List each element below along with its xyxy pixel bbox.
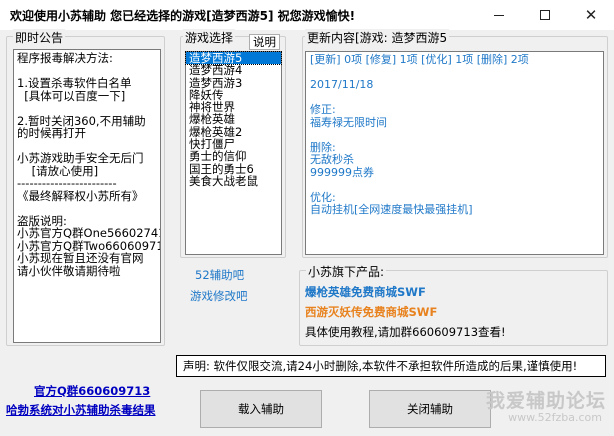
game-list-item[interactable]: 造梦西游4 — [186, 64, 281, 77]
close-icon: ✕ — [584, 6, 598, 24]
notice-group: 即时公告 程序报毒解决方法: 1.设置杀毒软件白名单 [具体可以百度一下] 2.… — [6, 29, 165, 346]
load-button[interactable]: 载入辅助 — [200, 390, 322, 428]
game-select-legend: 游戏选择 — [183, 29, 236, 46]
bar52-link[interactable]: 52辅助吧 — [195, 267, 244, 283]
update-textbox[interactable]: [更新] 0项 [修复] 1项 [优化] 1项 [删除] 2项 2017/11/… — [305, 51, 604, 255]
antivirus-result-link[interactable]: 哈勃系统对小苏辅助杀毒结果 — [6, 402, 156, 418]
minimize-button[interactable] — [476, 0, 522, 30]
notice-legend: 即时公告 — [13, 29, 66, 46]
game-list-item[interactable]: 勇士的信仰 — [186, 150, 281, 163]
close-button[interactable]: 关闭辅助 — [369, 390, 491, 428]
qq-group-link[interactable]: 官方Q群660609713 — [34, 383, 150, 399]
maximize-button[interactable] — [522, 0, 568, 30]
watermark-title: 我爱辅助论坛 — [485, 390, 606, 412]
minimize-icon — [494, 14, 504, 16]
notice-textbox[interactable]: 程序报毒解决方法: 1.设置杀毒软件白名单 [具体可以百度一下] 2.暂时关闭3… — [13, 49, 161, 343]
update-legend: 更新内容[游戏: 造梦西游5 — [305, 29, 450, 46]
products-group: 小苏旗下产品: 爆枪英雄免费商城SWF 西游灭妖传免费商城SWF 具体使用教程,… — [299, 263, 608, 346]
notice-text: 程序报毒解决方法: 1.设置杀毒软件白名单 [具体可以百度一下] 2.暂时关闭3… — [17, 51, 161, 278]
product-link-1[interactable]: 爆枪英雄免费商城SWF — [305, 284, 426, 300]
game-listbox[interactable]: 造梦西游5 造梦西游4 造梦西游3 降妖传 神将世界 爆枪英雄 爆枪英雄2 快打僵尸 勇士的信仰… — [185, 50, 282, 255]
game-list-item[interactable]: 爆枪英雄 — [186, 113, 281, 126]
window-title: 欢迎使用小苏辅助 您已经选择的游戏[造梦西游5] 祝您游戏愉快! — [10, 9, 356, 23]
close-window-button[interactable]: ✕ — [568, 0, 614, 30]
tutorial-text: 具体使用教程,请加群660609713查看! — [305, 325, 506, 339]
maximize-icon — [540, 10, 550, 20]
product-link-2[interactable]: 西游灭妖传免费商城SWF — [305, 304, 437, 320]
help-tab-button[interactable]: 说明 — [249, 34, 280, 50]
title-bar: 欢迎使用小苏辅助 您已经选择的游戏[造梦西游5] 祝您游戏愉快! ✕ — [0, 0, 614, 30]
game-select-group: 游戏选择 说明 造梦西游5 造梦西游4 造梦西游3 降妖传 神将世界 爆枪英雄 爆枪英雄2 快… — [180, 29, 286, 258]
update-text: [更新] 0项 [修复] 1项 [优化] 1项 [删除] 2项 2017/11/… — [310, 53, 529, 216]
declaration-box: 声明: 软件仅限交流,请24小时删除,本软件不承担软件所造成的后果,谨慎使用! — [176, 355, 606, 377]
products-legend: 小苏旗下产品: — [306, 263, 387, 280]
game-modify-link[interactable]: 游戏修改吧 — [190, 288, 248, 304]
update-group: 更新内容[游戏: 造梦西游5 [更新] 0项 [修复] 1项 [优化] 1项 [… — [302, 29, 608, 258]
client-area: 即时公告 程序报毒解决方法: 1.设置杀毒软件白名单 [具体可以百度一下] 2.… — [0, 29, 614, 436]
watermark-url: www.52fzba.com — [508, 411, 602, 424]
game-list-item[interactable]: 美食大战老鼠 — [186, 175, 281, 188]
